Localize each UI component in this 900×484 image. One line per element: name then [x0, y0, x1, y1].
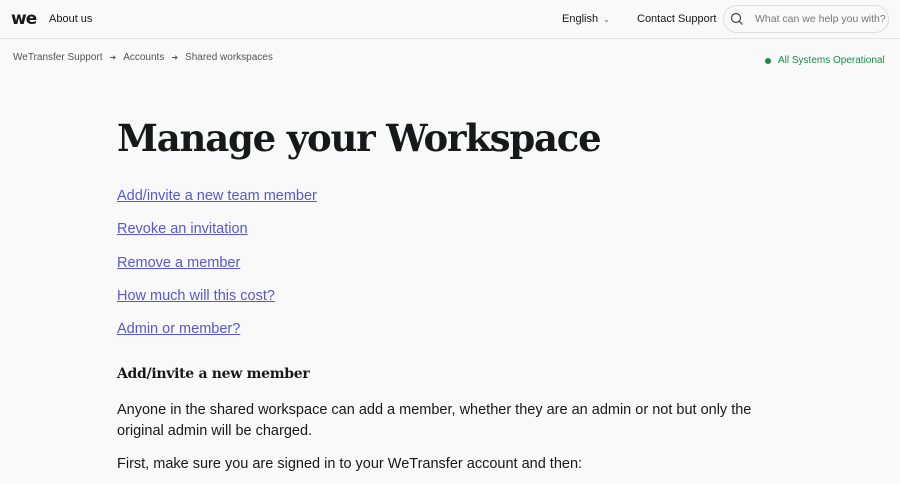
about-us-link[interactable]: About us	[49, 13, 92, 25]
section-heading: Add/invite a new member	[117, 366, 310, 382]
page-title: Manage your Workspace	[117, 116, 602, 160]
toc-link[interactable]: How much will this cost?	[117, 288, 317, 321]
paragraph: Anyone in the shared workspace can add a…	[117, 402, 752, 439]
language-label: English	[562, 13, 599, 25]
toc-link[interactable]: Admin or member?	[117, 321, 317, 354]
table-of-contents: Add/invite a new team member Revoke an i…	[117, 188, 317, 354]
toc-link[interactable]: Revoke an invitation	[117, 221, 317, 254]
status-dot-icon	[765, 57, 771, 64]
search-input[interactable]: What can we help you with?	[723, 5, 889, 33]
status-text: All Systems Operational	[778, 55, 885, 66]
wetransfer-logo[interactable]: we	[11, 11, 37, 28]
arrow-icon: ➜	[171, 53, 179, 62]
top-nav: we About us English ⌄ Contact Support Wha…	[0, 0, 900, 39]
paragraph: First, make sure you are signed in to yo…	[117, 456, 583, 472]
contact-support-link[interactable]: Contact Support	[637, 13, 717, 25]
chevron-down-icon: ⌄	[603, 15, 610, 24]
breadcrumb: WeTransfer Support ➜ Accounts ➜ Shared works…	[13, 52, 273, 63]
toc-link[interactable]: Remove a member	[117, 255, 317, 288]
breadcrumb-support[interactable]: WeTransfer Support	[13, 52, 102, 63]
system-status[interactable]: All Systems Operational	[765, 55, 885, 66]
search-placeholder: What can we help you with?	[755, 13, 886, 25]
breadcrumb-shared-workspaces[interactable]: Shared workspaces	[185, 52, 273, 63]
toc-link[interactable]: Add/invite a new team member	[117, 188, 317, 221]
language-select[interactable]: English ⌄	[562, 13, 610, 25]
search-icon	[730, 12, 743, 25]
arrow-icon: ➜	[109, 53, 117, 62]
breadcrumb-accounts[interactable]: Accounts	[123, 52, 164, 63]
